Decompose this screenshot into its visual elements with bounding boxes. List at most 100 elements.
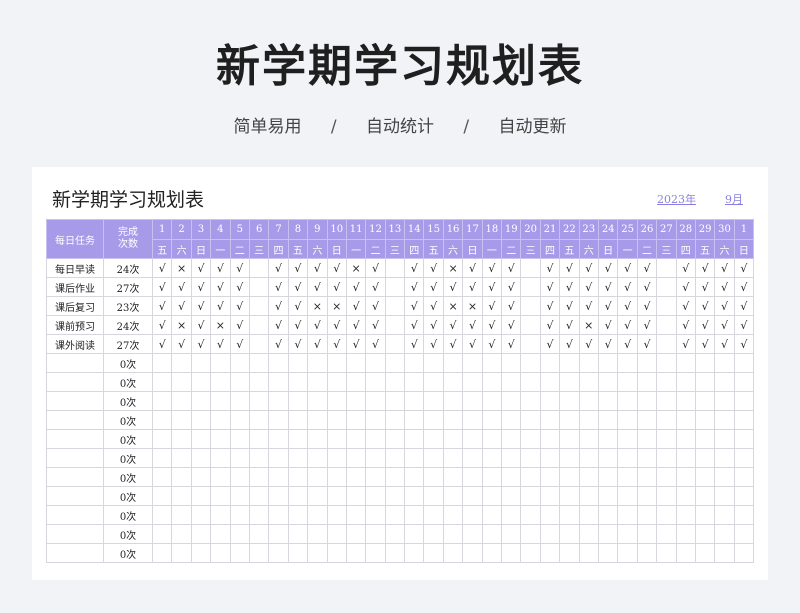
mark-cell[interactable]: √	[442, 334, 464, 354]
mark-cell[interactable]	[171, 543, 192, 563]
mark-cell[interactable]	[714, 410, 735, 430]
mark-cell[interactable]	[481, 448, 503, 468]
mark-cell[interactable]	[210, 410, 231, 430]
mark-cell[interactable]: √	[365, 334, 386, 354]
mark-cell[interactable]: √	[694, 277, 716, 297]
mark-cell[interactable]	[326, 410, 347, 430]
mark-cell[interactable]	[733, 543, 755, 563]
mark-cell[interactable]	[326, 372, 347, 392]
mark-cell[interactable]	[597, 372, 619, 392]
mark-cell[interactable]	[520, 486, 541, 506]
mark-cell[interactable]	[714, 505, 735, 525]
task-cell[interactable]	[46, 429, 104, 449]
mark-cell[interactable]	[190, 429, 212, 449]
mark-cell[interactable]: √	[268, 334, 289, 354]
mark-cell[interactable]	[559, 486, 580, 506]
task-cell[interactable]: 课前预习	[46, 315, 104, 335]
mark-cell[interactable]	[423, 372, 444, 392]
mark-cell[interactable]	[384, 277, 406, 297]
mark-cell[interactable]: √	[151, 258, 173, 278]
mark-cell[interactable]	[365, 467, 386, 487]
mark-cell[interactable]	[481, 410, 503, 430]
mark-cell[interactable]	[384, 296, 406, 316]
mark-cell[interactable]	[694, 543, 716, 563]
mark-cell[interactable]: √	[268, 277, 289, 297]
mark-cell[interactable]	[248, 467, 270, 487]
mark-cell[interactable]: √	[597, 296, 619, 316]
mark-cell[interactable]	[442, 524, 464, 544]
mark-cell[interactable]	[404, 353, 425, 373]
mark-cell[interactable]	[656, 410, 677, 430]
mark-cell[interactable]	[501, 524, 522, 544]
mark-cell[interactable]: √	[501, 334, 522, 354]
mark-cell[interactable]: √	[404, 334, 425, 354]
mark-cell[interactable]	[268, 486, 289, 506]
mark-cell[interactable]	[636, 486, 658, 506]
mark-cell[interactable]	[248, 296, 270, 316]
mark-cell[interactable]: √	[404, 315, 425, 335]
mark-cell[interactable]: √	[714, 315, 735, 335]
mark-cell[interactable]	[248, 258, 270, 278]
mark-cell[interactable]	[326, 448, 347, 468]
mark-cell[interactable]: √	[210, 277, 231, 297]
mark-cell[interactable]	[229, 486, 250, 506]
mark-cell[interactable]	[617, 524, 638, 544]
mark-cell[interactable]: √	[675, 315, 696, 335]
mark-cell[interactable]	[287, 524, 309, 544]
mark-cell[interactable]	[404, 505, 425, 525]
mark-cell[interactable]	[365, 524, 386, 544]
mark-cell[interactable]	[462, 543, 483, 563]
mark-cell[interactable]	[248, 391, 270, 411]
mark-cell[interactable]	[501, 448, 522, 468]
mark-cell[interactable]: √	[636, 334, 658, 354]
mark-cell[interactable]	[365, 429, 386, 449]
mark-cell[interactable]	[384, 410, 406, 430]
mark-cell[interactable]	[326, 467, 347, 487]
mark-cell[interactable]	[345, 391, 367, 411]
mark-cell[interactable]	[151, 486, 173, 506]
mark-cell[interactable]	[190, 391, 212, 411]
mark-cell[interactable]	[520, 334, 541, 354]
mark-cell[interactable]	[520, 315, 541, 335]
mark-cell[interactable]	[404, 486, 425, 506]
mark-cell[interactable]	[559, 391, 580, 411]
mark-cell[interactable]	[520, 372, 541, 392]
mark-cell[interactable]	[345, 524, 367, 544]
mark-cell[interactable]: √	[151, 296, 173, 316]
mark-cell[interactable]	[210, 543, 231, 563]
mark-cell[interactable]	[656, 448, 677, 468]
mark-cell[interactable]	[404, 543, 425, 563]
mark-cell[interactable]: √	[559, 296, 580, 316]
mark-cell[interactable]	[578, 524, 599, 544]
mark-cell[interactable]	[365, 505, 386, 525]
mark-cell[interactable]: √	[578, 334, 599, 354]
mark-cell[interactable]: √	[404, 296, 425, 316]
mark-cell[interactable]	[384, 524, 406, 544]
mark-cell[interactable]	[287, 410, 309, 430]
mark-cell[interactable]	[210, 486, 231, 506]
mark-cell[interactable]: ×	[442, 296, 464, 316]
mark-cell[interactable]	[539, 524, 561, 544]
mark-cell[interactable]	[151, 505, 173, 525]
mark-cell[interactable]	[636, 410, 658, 430]
mark-cell[interactable]: √	[287, 315, 309, 335]
mark-cell[interactable]	[636, 353, 658, 373]
mark-cell[interactable]: √	[171, 296, 192, 316]
mark-cell[interactable]	[210, 429, 231, 449]
mark-cell[interactable]	[229, 524, 250, 544]
mark-cell[interactable]	[539, 410, 561, 430]
mark-cell[interactable]	[520, 258, 541, 278]
mark-cell[interactable]	[559, 467, 580, 487]
mark-cell[interactable]: √	[307, 334, 328, 354]
mark-cell[interactable]	[190, 448, 212, 468]
mark-cell[interactable]	[229, 543, 250, 563]
mark-cell[interactable]	[559, 429, 580, 449]
mark-cell[interactable]	[442, 543, 464, 563]
mark-cell[interactable]: √	[597, 277, 619, 297]
mark-cell[interactable]	[365, 543, 386, 563]
mark-cell[interactable]	[326, 429, 347, 449]
mark-cell[interactable]	[656, 467, 677, 487]
task-cell[interactable]	[46, 467, 104, 487]
mark-cell[interactable]	[539, 429, 561, 449]
mark-cell[interactable]	[151, 467, 173, 487]
